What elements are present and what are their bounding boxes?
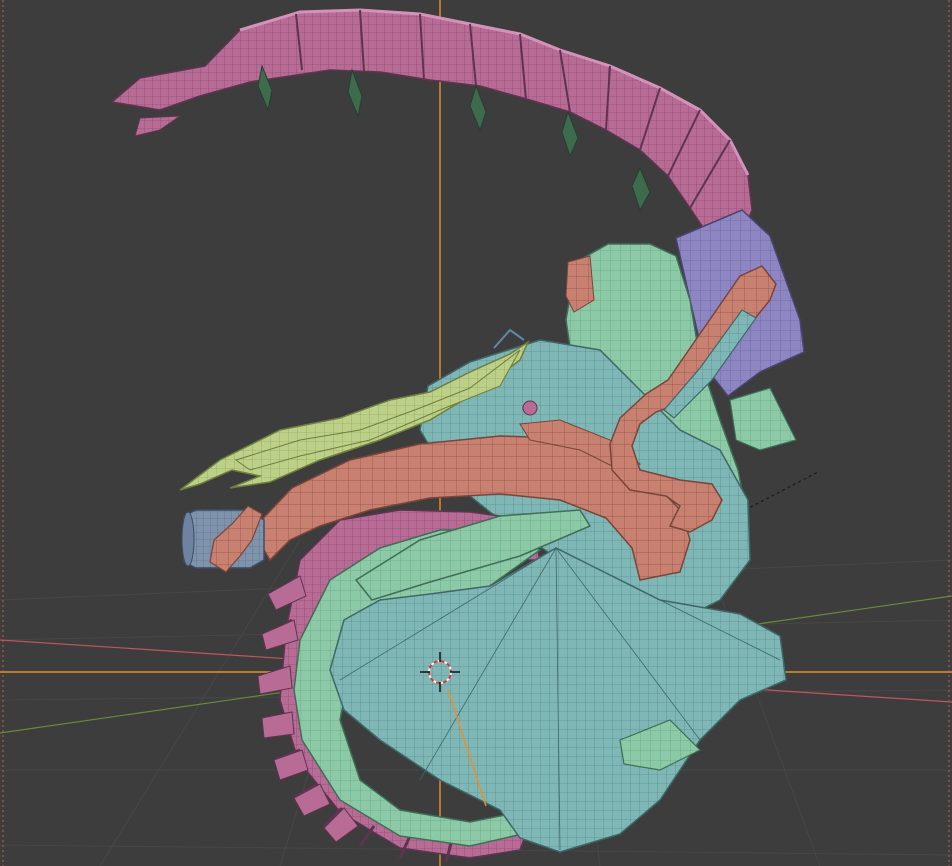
viewport-canvas[interactable] bbox=[0, 0, 952, 866]
3d-viewport[interactable]: wireframe-overlay bbox=[0, 0, 952, 866]
canister-mesh[interactable] bbox=[181, 505, 265, 573]
